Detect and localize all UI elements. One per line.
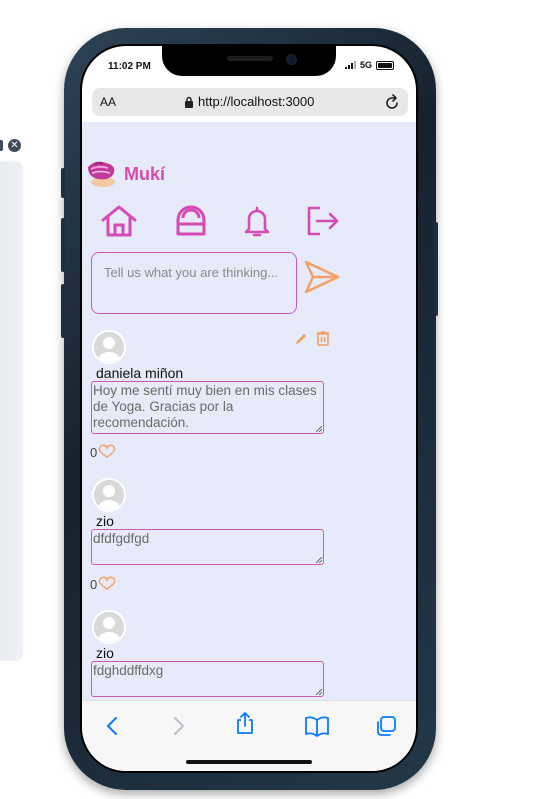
heart-icon[interactable] — [97, 576, 117, 593]
background-window-edge — [0, 140, 3, 151]
volume-down-button — [61, 284, 65, 338]
speaker — [227, 56, 273, 61]
signal-icon — [344, 61, 356, 69]
like-count-value: 0 — [90, 445, 98, 460]
post-text: dfdfgdfgd — [93, 531, 150, 546]
post-text-box[interactable]: fdghddffdxg — [91, 661, 324, 697]
share-icon[interactable] — [234, 711, 256, 734]
muki-logo — [84, 159, 120, 189]
post-text: Hoy me sentí muy bien en mis clases de Y… — [93, 383, 317, 430]
forward-icon[interactable] — [167, 715, 189, 737]
reload-icon[interactable] — [384, 93, 400, 114]
mute-switch — [61, 168, 65, 198]
front-camera — [286, 54, 297, 65]
post-composer-input[interactable]: Tell us what you are thinking... — [91, 252, 297, 314]
phone-screen: 11:02 PM 5G AA http://localhost:3000 Muk… — [82, 46, 416, 771]
resize-handle-icon[interactable] — [316, 557, 322, 563]
battery-icon — [376, 60, 394, 70]
text-size-button[interactable]: AA — [100, 95, 116, 109]
post-text: fdghddffdxg — [93, 663, 164, 678]
like-count: 0 — [90, 444, 117, 461]
bell-icon[interactable] — [238, 202, 276, 240]
address-bar[interactable]: AA http://localhost:3000 — [92, 88, 408, 116]
close-icon[interactable]: ✕ — [8, 139, 21, 152]
pencil-icon[interactable] — [294, 332, 308, 351]
send-icon[interactable] — [304, 259, 340, 295]
status-indicators: 5G — [344, 60, 394, 70]
resize-handle-icon[interactable] — [316, 426, 322, 432]
post-author: zio — [96, 513, 114, 529]
background-window-panel — [0, 162, 22, 660]
trash-icon[interactable] — [316, 330, 330, 351]
brand-name: Mukí — [124, 164, 166, 184]
avatar — [92, 610, 126, 644]
like-count-value: 0 — [90, 577, 98, 592]
lock-icon — [184, 96, 194, 111]
url-text[interactable]: http://localhost:3000 — [198, 94, 314, 109]
back-icon[interactable] — [102, 715, 124, 737]
post-text-box[interactable]: dfdfgdfgd — [91, 529, 324, 565]
home-icon[interactable] — [100, 202, 138, 240]
app-viewport: Mukí Tell us what you are thinking... da… — [82, 122, 416, 700]
phone-bezel: 11:02 PM 5G AA http://localhost:3000 Muk… — [80, 44, 418, 773]
resize-handle-icon[interactable] — [316, 689, 322, 695]
like-count: 0 — [90, 576, 117, 593]
avatar — [92, 330, 126, 364]
composer-placeholder: Tell us what you are thinking... — [104, 265, 279, 280]
browser-toolbar — [82, 700, 416, 771]
network-label: 5G — [359, 60, 372, 70]
bookmarks-icon[interactable] — [304, 715, 330, 737]
tabs-icon[interactable] — [375, 715, 397, 737]
status-time: 11:02 PM — [108, 61, 151, 72]
post-author: zio — [96, 645, 114, 661]
avatar — [92, 478, 126, 512]
post-text-box[interactable]: Hoy me sentí muy bien en mis clases de Y… — [91, 381, 324, 434]
padlock-icon[interactable] — [172, 202, 210, 240]
home-indicator — [186, 760, 312, 764]
logout-icon[interactable] — [304, 202, 342, 240]
heart-icon[interactable] — [97, 444, 117, 461]
post-author: daniela miñon — [96, 365, 184, 381]
notch — [162, 46, 336, 76]
power-button — [434, 222, 438, 316]
volume-up-button — [61, 218, 65, 272]
